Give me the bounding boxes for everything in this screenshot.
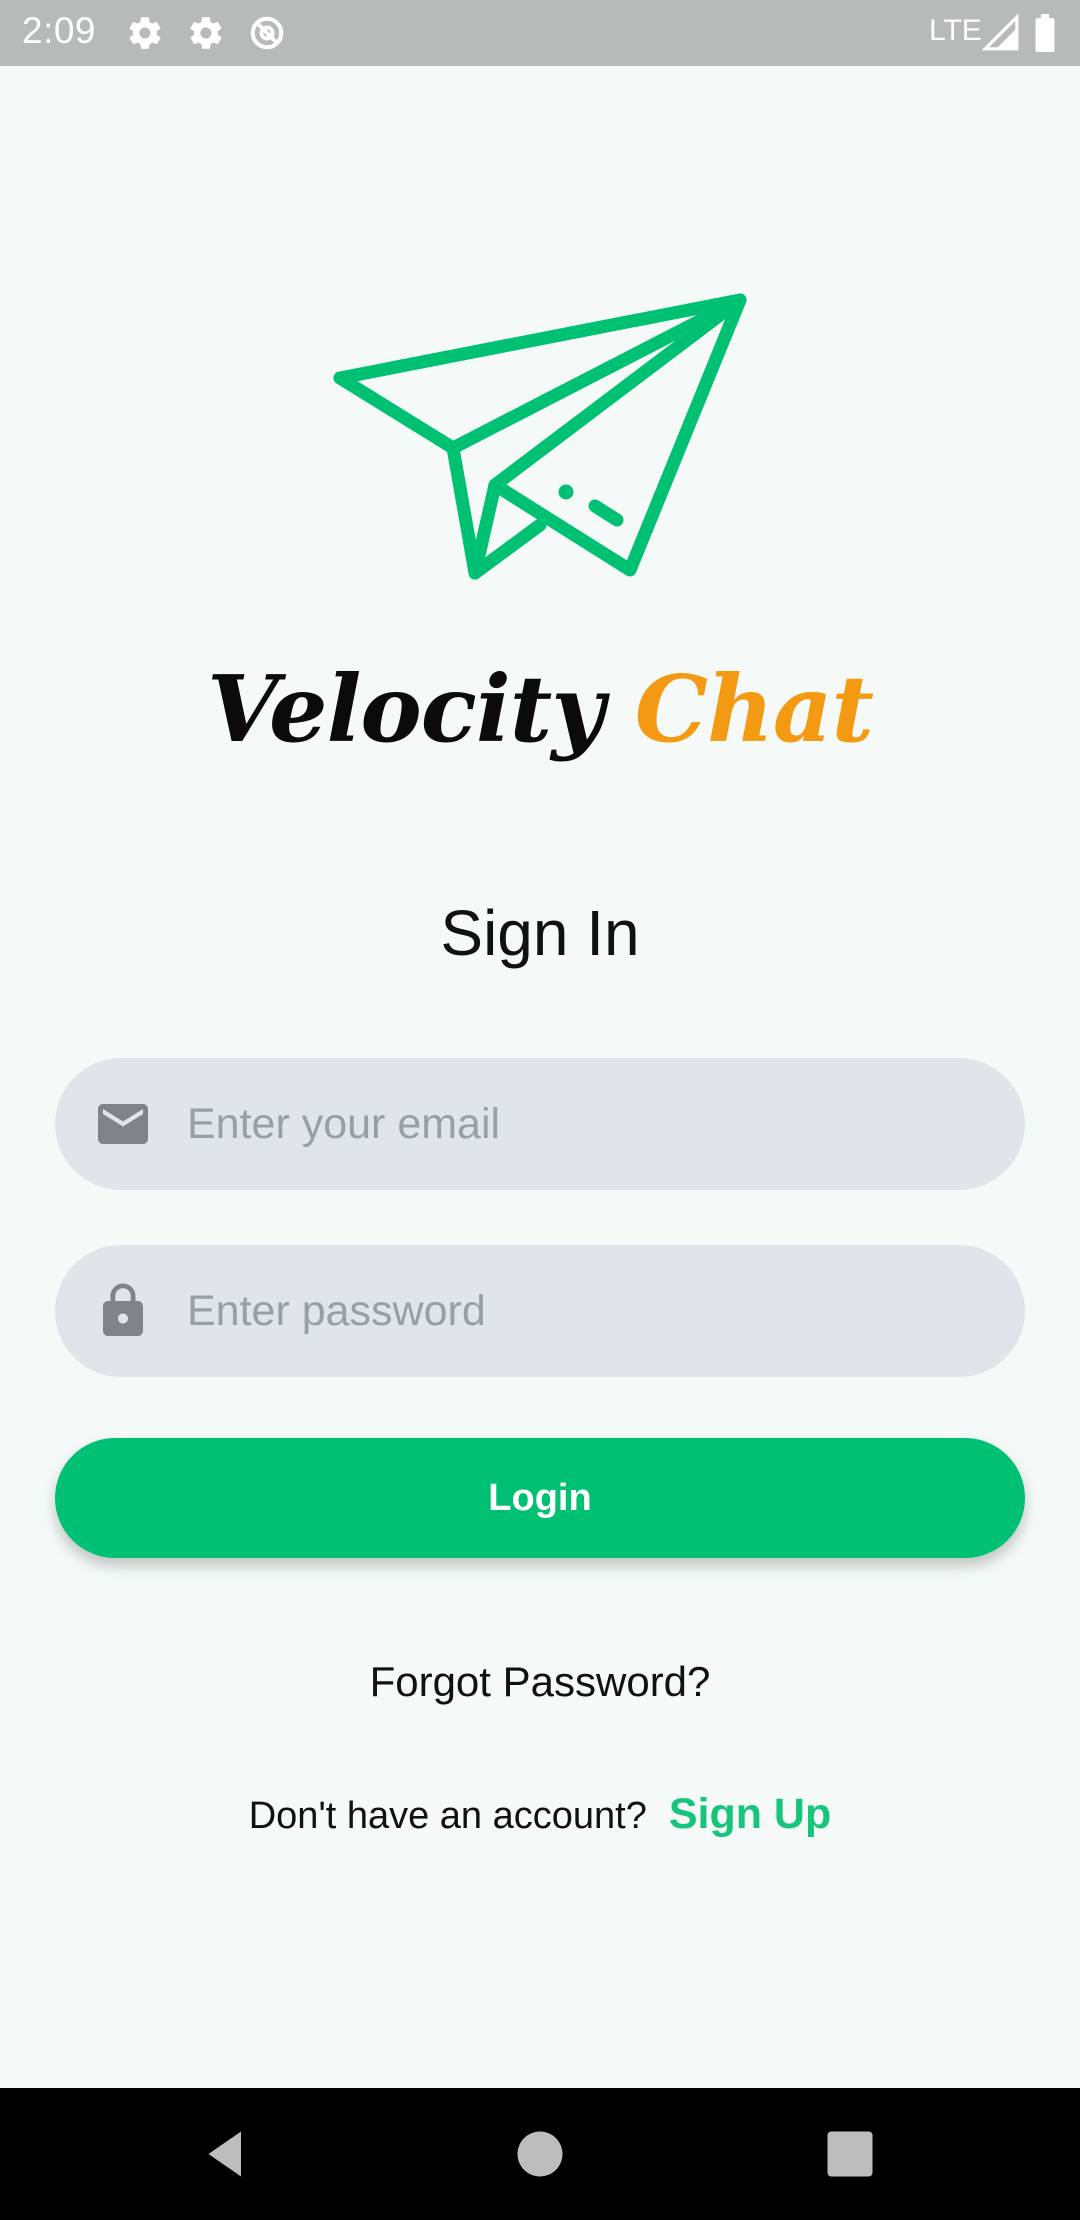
- battery-icon: [1035, 14, 1055, 52]
- brand-name-part-2: Chat: [634, 655, 874, 763]
- signup-link[interactable]: Sign Up: [669, 1790, 831, 1838]
- signup-prompt: Don't have an account?: [248, 1795, 647, 1837]
- mail-icon: [98, 1104, 148, 1144]
- brand-name: Velocity Chat: [0, 655, 1080, 763]
- status-bar: 2:09 LTE: [0, 0, 1080, 66]
- signal-icon: [982, 14, 1019, 51]
- brand-name-part-1: Velocity: [207, 655, 605, 763]
- email-field[interactable]: [55, 1058, 1025, 1190]
- password-input[interactable]: [187, 1245, 987, 1377]
- recents-icon[interactable]: [820, 2124, 880, 2184]
- back-icon[interactable]: [196, 2124, 256, 2184]
- lock-icon: [103, 1283, 143, 1336]
- forgot-password-link[interactable]: Forgot Password?: [0, 1658, 1080, 1706]
- network-type: LTE: [929, 14, 982, 47]
- sync-icon: [250, 16, 284, 50]
- paper-plane-icon: [333, 293, 747, 580]
- home-icon[interactable]: [510, 2124, 570, 2184]
- page-title: Sign In: [440, 897, 640, 969]
- settings-icon: [190, 17, 222, 49]
- email-input[interactable]: [187, 1058, 987, 1190]
- settings-icon: [129, 17, 161, 49]
- navigation-bar: [0, 2088, 1080, 2220]
- login-button[interactable]: Login: [55, 1438, 1025, 1558]
- signup-row: Don't have an account? Sign Up: [0, 1790, 1080, 1839]
- password-field[interactable]: [55, 1245, 1025, 1377]
- status-time: 2:09: [22, 10, 97, 51]
